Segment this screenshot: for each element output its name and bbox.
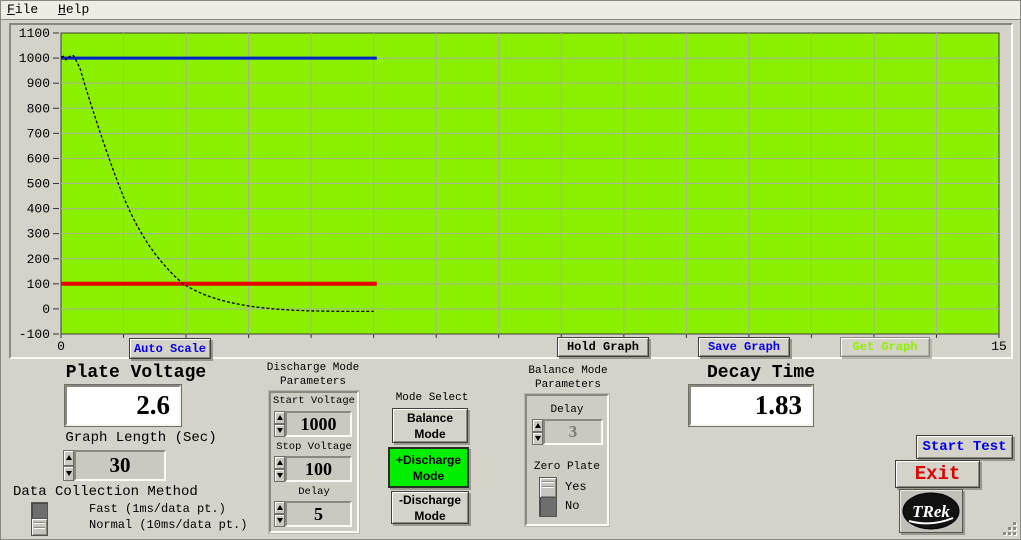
pos-discharge-line1: +Discharge (396, 452, 461, 468)
spin-up-icon[interactable] (274, 501, 285, 514)
spin-up-icon[interactable] (63, 450, 74, 466)
y-tick-label: 1000 (19, 51, 50, 66)
neg-discharge-line2: Mode (414, 508, 445, 524)
trek-logo-icon: TRek (901, 491, 961, 531)
exit-button[interactable]: Exit (895, 460, 980, 488)
menu-bar: File Help (1, 1, 1020, 20)
trek-logo: TRek (899, 489, 963, 533)
y-tick-label: 300 (27, 227, 50, 242)
y-tick-label: 0 (42, 302, 50, 317)
spin-down-icon[interactable] (274, 469, 285, 482)
x-tick-label: 15 (991, 339, 1007, 354)
spin-down-icon[interactable] (63, 466, 74, 482)
data-collection-fast-label: Fast (1ms/data pt.) (89, 502, 226, 516)
pos-discharge-line2: Mode (413, 468, 444, 484)
discharge-params-title-1: Discharge Mode (253, 362, 373, 374)
data-collection-label: Data Collection Method (13, 484, 223, 500)
y-tick-label: 700 (27, 126, 50, 141)
y-tick-label: 800 (27, 101, 50, 116)
menu-help[interactable]: Help (52, 1, 95, 19)
discharge-delay-label: Delay (271, 486, 357, 498)
zero-plate-no-label: No (565, 499, 579, 513)
balance-mode-button[interactable]: Balance Mode (392, 408, 468, 443)
start-test-button[interactable]: Start Test (916, 435, 1013, 459)
data-collection-normal-label: Normal (10ms/data pt.) (89, 518, 247, 532)
negative-discharge-mode-button[interactable]: -Discharge Mode (391, 491, 469, 524)
balance-mode-line2: Mode (414, 426, 445, 442)
balance-delay-label: Delay (527, 404, 607, 416)
y-tick-label: 400 (27, 202, 50, 217)
balance-params-panel: Delay 3 Zero Plate Yes No (525, 394, 609, 526)
zero-plate-yes-label: Yes (565, 480, 587, 494)
balance-delay-value[interactable]: 3 (543, 419, 603, 445)
y-tick-label: -100 (19, 327, 50, 342)
discharge-delay-value[interactable]: 5 (285, 501, 352, 527)
decay-time-value: 1.83 (689, 385, 813, 426)
plate-voltage-value: 2.6 (65, 385, 181, 426)
stop-voltage-label: Stop Voltage (271, 441, 357, 453)
discharge-delay-spinner[interactable] (274, 501, 285, 527)
menu-file[interactable]: File (1, 1, 44, 19)
trek-logo-text: TRek (912, 502, 950, 521)
balance-delay-spinner[interactable] (532, 419, 543, 445)
mode-select-label: Mode Select (372, 392, 492, 404)
stop-voltage-value[interactable]: 100 (285, 456, 352, 482)
save-graph-button[interactable]: Save Graph (698, 337, 790, 357)
graph-length-spinner[interactable] (63, 450, 74, 481)
start-voltage-label: Start Voltage (271, 395, 357, 407)
spin-down-icon[interactable] (274, 514, 285, 527)
graph-panel: 110010009008007006005004003002001000-100… (9, 23, 1013, 359)
spin-up-icon[interactable] (274, 411, 285, 424)
hold-graph-button[interactable]: Hold Graph (557, 337, 649, 357)
plate-voltage-title: Plate Voltage (36, 363, 236, 383)
y-tick-label: 600 (27, 151, 50, 166)
resize-grip-icon[interactable] (1013, 532, 1016, 535)
spin-down-icon[interactable] (274, 424, 285, 437)
spin-down-icon[interactable] (532, 432, 543, 445)
y-tick-label: 1100 (19, 26, 50, 41)
y-tick-label: 100 (27, 277, 50, 292)
discharge-params-title-2: Parameters (253, 376, 373, 388)
data-collection-toggle[interactable] (31, 502, 48, 536)
balance-params-title-2: Parameters (508, 379, 628, 391)
balance-mode-line1: Balance (407, 410, 453, 426)
start-voltage-spinner[interactable] (274, 411, 285, 437)
y-tick-label: 500 (27, 177, 50, 192)
spin-up-icon[interactable] (274, 456, 285, 469)
zero-plate-label: Zero Plate (527, 461, 607, 473)
get-graph-button[interactable]: Get Graph (840, 337, 930, 357)
decay-chart: 110010009008007006005004003002001000-100… (11, 25, 1011, 357)
start-voltage-value[interactable]: 1000 (285, 411, 352, 437)
stop-voltage-spinner[interactable] (274, 456, 285, 482)
spin-up-icon[interactable] (532, 419, 543, 432)
graph-length-value[interactable]: 30 (74, 450, 166, 481)
neg-discharge-line1: -Discharge (399, 492, 461, 508)
y-tick-label: 200 (27, 252, 50, 267)
application-window: File Help 110010009008007006005004003002… (0, 0, 1021, 540)
decay-time-title: Decay Time (661, 363, 861, 383)
auto-scale-button[interactable]: Auto Scale (129, 338, 211, 359)
x-tick-label: 0 (57, 339, 65, 354)
zero-plate-toggle[interactable] (539, 477, 557, 517)
discharge-params-panel: Start Voltage 1000 Stop Voltage 100 Dela… (269, 391, 359, 533)
balance-params-title-1: Balance Mode (508, 365, 628, 377)
y-tick-label: 900 (27, 76, 50, 91)
positive-discharge-mode-button[interactable]: +Discharge Mode (388, 447, 469, 488)
graph-length-label: Graph Length (Sec) (41, 430, 241, 446)
